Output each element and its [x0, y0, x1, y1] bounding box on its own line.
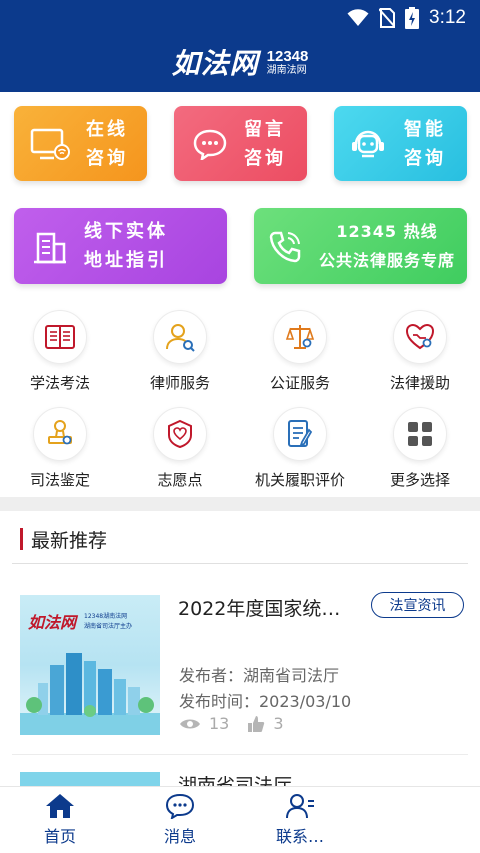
thumbnail-line1: 12348湖南法网: [84, 613, 128, 620]
section-accent-bar: [20, 528, 23, 550]
service-agency-evaluation[interactable]: 机关履职评价: [240, 407, 360, 497]
nav-label: 联系…: [275, 827, 324, 846]
service-legal-aid[interactable]: 法律援助: [360, 310, 480, 400]
card-line1: 线下实体: [84, 221, 168, 242]
document-edit-icon: [288, 420, 313, 447]
recommend-header: 最新推荐: [20, 526, 107, 552]
service-volunteer[interactable]: 志愿点: [120, 407, 240, 497]
grid-icon: [408, 422, 432, 446]
monitor-wifi-icon: [30, 128, 70, 160]
card-line2: 公共法律服务专席: [318, 251, 455, 270]
no-sim-icon: [379, 8, 396, 28]
card-line1: 在线: [86, 119, 128, 140]
card-line2: 咨询: [244, 148, 286, 169]
clock: 3:12: [429, 7, 466, 28]
service-label: 机关履职评价: [254, 471, 345, 489]
service-label: 志愿点: [157, 471, 203, 489]
app-header: 3:12 如法网 12348 湖南法网: [0, 0, 480, 92]
nav-messages[interactable]: 消息: [120, 793, 240, 847]
service-label: 更多选择: [389, 471, 450, 489]
bottom-navigation: 首页 消息 联系…: [0, 786, 480, 853]
thumbs-up-icon[interactable]: [247, 715, 265, 733]
status-bar: 3:12: [347, 6, 466, 30]
lawyer-icon: [166, 324, 195, 352]
nav-home[interactable]: 首页: [0, 793, 120, 847]
brand-name: 如法网: [171, 47, 259, 80]
hotline-number: 12348: [266, 47, 309, 65]
chat-bubble-icon: [193, 129, 227, 160]
card-line2: 地址指引: [84, 250, 168, 271]
service-label: 公证服务: [269, 374, 330, 392]
category-tag[interactable]: 法宣资讯: [371, 592, 464, 618]
building-icon: [34, 232, 66, 264]
thumbnail-brand: 如法网: [28, 613, 77, 632]
contacts-icon: [286, 794, 314, 819]
news-date: 发布时间：2023/03/10: [179, 692, 352, 711]
online-consult-card[interactable]: 在线 咨询: [14, 106, 147, 181]
home-icon: [46, 794, 74, 818]
battery-charging-icon: [405, 7, 420, 29]
app-logo: 如法网 12348 湖南法网: [0, 42, 480, 82]
news-thumbnail[interactable]: 如法网 12348湖南法网 湖南省司法厅主办: [20, 595, 160, 735]
header-underline: [12, 563, 468, 564]
service-notary[interactable]: 公证服务: [240, 310, 360, 400]
offline-address-card[interactable]: 线下实体 地址指引: [14, 208, 227, 284]
item-separator: [12, 754, 468, 755]
hotline-12345-card[interactable]: 12345 热线 公共法律服务专席: [254, 208, 467, 284]
brand-tagline: 湖南法网: [266, 64, 307, 76]
robot-headset-icon: [352, 130, 384, 158]
service-label: 司法鉴定: [29, 471, 90, 489]
card-line2: 咨询: [86, 148, 128, 169]
heart-hand-icon: [405, 323, 435, 350]
service-study-law[interactable]: 学法考法: [0, 310, 120, 400]
thumbnail-line2: 湖南省司法厅主办: [84, 623, 133, 630]
service-label: 学法考法: [29, 374, 90, 392]
service-judicial-appraisal[interactable]: 司法鉴定: [0, 407, 120, 497]
news-title[interactable]: 2022年度国家统…: [178, 594, 340, 621]
volunteer-badge-icon: [168, 419, 192, 449]
service-more[interactable]: 更多选择: [360, 407, 480, 497]
news-stats: 13 3: [179, 714, 284, 733]
wifi-icon: [347, 9, 369, 26]
message-bubble-icon: [165, 793, 195, 819]
smart-consult-card[interactable]: 智能 咨询: [334, 106, 467, 181]
section-divider: [0, 497, 480, 511]
scales-icon: [285, 325, 315, 349]
stamp-icon: [48, 420, 72, 445]
nav-contacts[interactable]: 联系…: [240, 793, 360, 847]
card-line2: 咨询: [404, 148, 446, 169]
card-line1: 智能: [404, 119, 446, 140]
card-line1: 12345 热线: [336, 222, 438, 241]
eye-icon: [180, 719, 200, 728]
phone-icon: [269, 231, 301, 263]
service-label: 律师服务: [149, 374, 210, 392]
card-line1: 留言: [244, 119, 286, 140]
recommend-title: 最新推荐: [31, 529, 108, 552]
nav-label: 首页: [43, 827, 76, 846]
service-lawyer[interactable]: 律师服务: [120, 310, 240, 400]
service-label: 法律援助: [389, 374, 450, 392]
message-consult-card[interactable]: 留言 咨询: [174, 106, 307, 181]
book-icon: [45, 325, 75, 349]
view-count: 13: [209, 714, 230, 733]
like-count: 3: [273, 714, 284, 733]
nav-label: 消息: [163, 827, 196, 846]
news-publisher: 发布者：湖南省司法厅: [179, 666, 340, 685]
